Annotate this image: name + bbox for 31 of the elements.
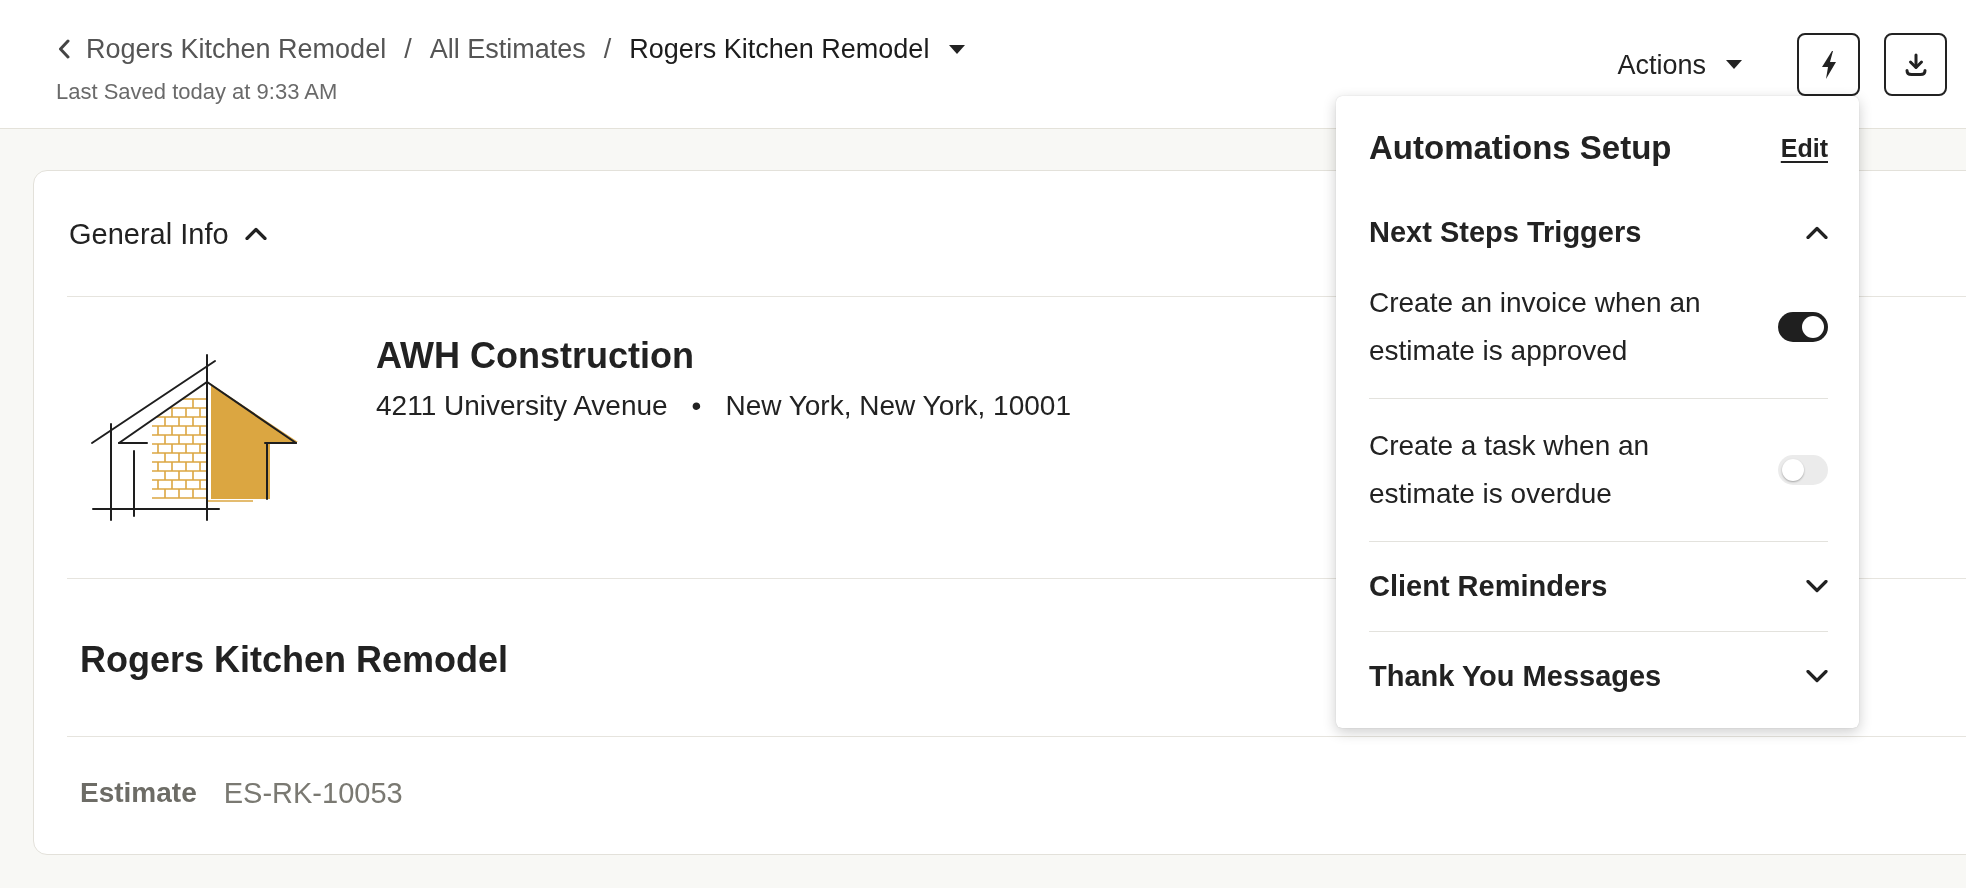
trigger-label: Create an invoice when an estimate is approved	[1369, 286, 1702, 368]
popover-title: Automations Setup	[1369, 128, 1672, 168]
breadcrumb-dropdown[interactable]: Rogers Kitchen Remodel	[629, 32, 966, 66]
company-street: 4211 University Avenue	[376, 389, 668, 423]
project-title: Rogers Kitchen Remodel	[80, 637, 509, 682]
actions-menu-button[interactable]: Actions	[1617, 47, 1742, 82]
download-icon	[1903, 52, 1928, 77]
trigger-label: Create a task when an estimate is overdue	[1369, 429, 1651, 511]
lightning-icon	[1820, 50, 1837, 79]
automations-button[interactable]	[1797, 33, 1860, 96]
toggle-switch[interactable]	[1778, 455, 1828, 485]
last-saved-text: Last Saved today at 9:33 AM	[56, 79, 339, 105]
caret-icon	[949, 44, 966, 54]
bullet-separator: •	[691, 389, 702, 423]
download-button[interactable]	[1884, 33, 1947, 96]
edit-link[interactable]: Edit	[1780, 132, 1828, 164]
section-header[interactable]: Client Reminders	[1369, 542, 1828, 631]
field-value: ES-RK-10053	[223, 776, 403, 811]
chevron-left-icon	[58, 39, 70, 59]
breadcrumb-separator: /	[603, 33, 612, 66]
breadcrumb-separator: /	[404, 33, 412, 66]
company-name: AWH Construction	[376, 334, 695, 378]
breadcrumb-link[interactable]: All Estimates	[429, 32, 586, 66]
section-header[interactable]: Next Steps Triggers	[1369, 208, 1828, 256]
breadcrumb-link[interactable]: Rogers Kitchen Remodel	[58, 32, 387, 66]
field-label: Estimate	[80, 776, 197, 810]
toggle-switch[interactable]	[1778, 312, 1828, 342]
section-toggle[interactable]: General Info	[67, 215, 267, 252]
caret-icon	[1726, 60, 1742, 69]
section-header[interactable]: Thank You Messages	[1369, 632, 1828, 721]
company-city: New York, New York, 10001	[725, 389, 1071, 423]
